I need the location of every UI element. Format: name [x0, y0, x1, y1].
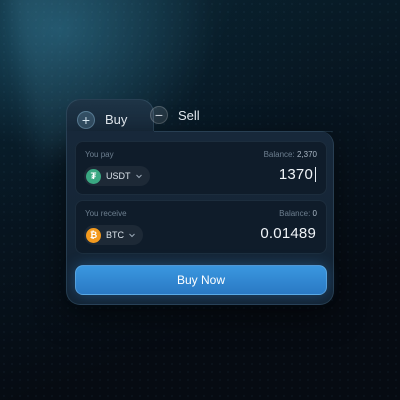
swap-card: You pay Balance: 2,370 ₮ USDT 1370 You r… [66, 131, 334, 305]
receive-label: You receive [85, 209, 127, 218]
pay-balance-value: 2,370 [296, 150, 317, 159]
minus-icon: − [150, 106, 168, 124]
receive-balance-label: Balance: [279, 209, 311, 218]
tab-buy-label: Buy [105, 112, 128, 127]
pay-token-select[interactable]: ₮ USDT [84, 166, 150, 186]
buy-now-button[interactable]: Buy Now [75, 265, 327, 295]
receive-token-select[interactable]: ₿ BTC [84, 225, 143, 245]
tab-sell[interactable]: − Sell [150, 104, 220, 126]
pay-panel: You pay Balance: 2,370 ₮ USDT 1370 [75, 141, 327, 195]
plus-icon: + [77, 110, 95, 129]
bitcoin-icon: ₿ [86, 227, 101, 243]
pay-label: You pay [85, 150, 114, 159]
text-caret [315, 167, 316, 182]
pay-balance-label: Balance: [263, 150, 295, 159]
pay-balance: Balance: 2,370 [264, 150, 317, 159]
pay-amount-input[interactable]: 1370 [279, 166, 316, 183]
chevron-down-icon [135, 172, 143, 180]
pay-token-name: USDT [106, 171, 131, 181]
tab-sell-label: Sell [178, 107, 200, 123]
receive-token-name: BTC [106, 230, 124, 240]
receive-amount-value: 0.01489 [260, 225, 316, 242]
pay-amount-value: 1370 [278, 166, 313, 183]
receive-panel: You receive Balance: 0 ₿ BTC 0.01489 [75, 200, 327, 254]
receive-balance: Balance: 0 [279, 209, 317, 218]
receive-balance-value: 0 [312, 209, 317, 218]
chevron-down-icon [128, 231, 136, 239]
tether-icon: ₮ [86, 168, 101, 184]
receive-amount: 0.01489 [260, 225, 316, 242]
